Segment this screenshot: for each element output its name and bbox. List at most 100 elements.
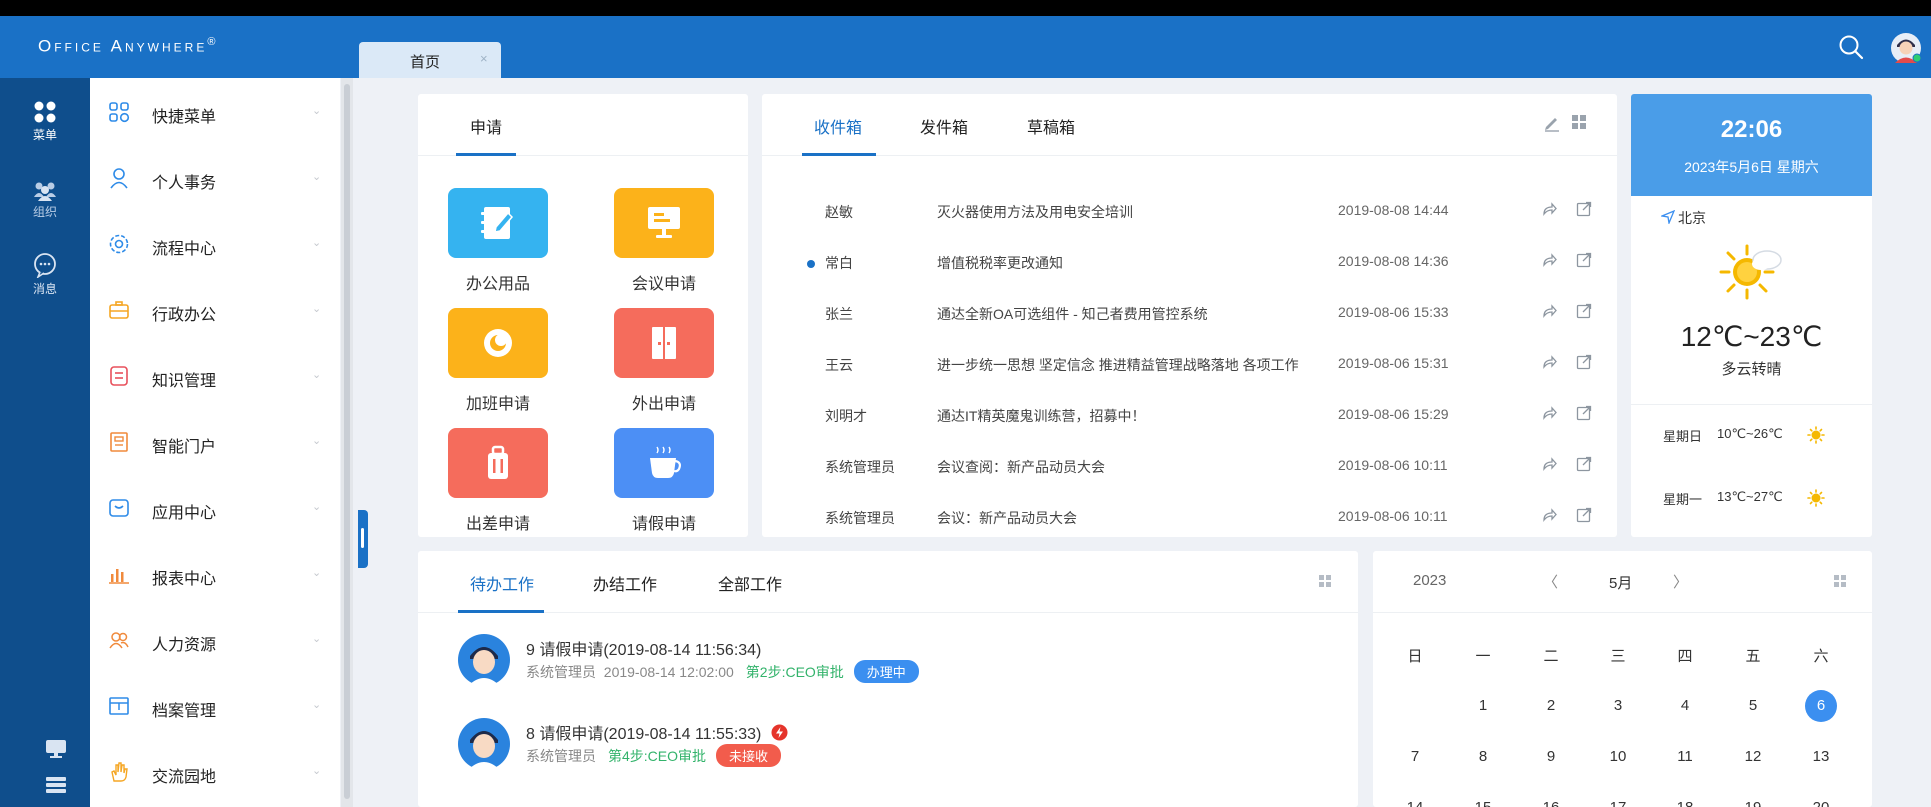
mail-subject[interactable]: 增值税税率更改通知 bbox=[937, 253, 1335, 273]
mail-row[interactable]: 王云 进一步统一思想 坚定信念 推进精益管理战略落地 各项工作 2019-08-06… bbox=[762, 353, 1612, 405]
calendar-prev-button[interactable]: 〈 bbox=[1543, 571, 1558, 592]
mail-row[interactable]: 刘明才 通达IT精英魔鬼训练营，招募中！ 2019-08-06 15:29 bbox=[762, 404, 1612, 456]
open-external-icon[interactable] bbox=[1575, 200, 1593, 218]
apply-card-header: 申请 bbox=[418, 94, 748, 156]
tab-inbox[interactable]: 收件箱 bbox=[814, 114, 862, 138]
calendar-day[interactable]: 16 bbox=[1531, 799, 1571, 807]
open-external-icon[interactable] bbox=[1575, 302, 1593, 320]
sidebar-item-portal[interactable]: 智能门户 ⌄ bbox=[90, 422, 340, 462]
tab-home[interactable]: 首页 × bbox=[359, 42, 501, 78]
todo-user: 系统管理员 bbox=[526, 748, 596, 764]
rail-message[interactable]: 消息 bbox=[0, 252, 90, 297]
tab-all[interactable]: 全部工作 bbox=[718, 571, 782, 595]
sidebar-collapse-handle[interactable] bbox=[358, 510, 368, 568]
calendar-day[interactable]: 5 bbox=[1733, 697, 1773, 714]
forward-icon[interactable] bbox=[1540, 404, 1558, 422]
calendar-day[interactable]: 1 bbox=[1463, 697, 1503, 714]
calendar-day[interactable]: 8 bbox=[1463, 748, 1503, 765]
mail-subject[interactable]: 会议查阅：新产品动员大会 bbox=[937, 457, 1335, 477]
forward-icon[interactable] bbox=[1540, 200, 1558, 218]
sidebar-scrollbar[interactable] bbox=[341, 78, 353, 807]
calendar-day[interactable]: 11 bbox=[1665, 748, 1705, 765]
app-logo[interactable]: Office Anywhere® bbox=[38, 36, 218, 57]
monitor-icon[interactable] bbox=[45, 739, 67, 759]
grid-layout-icon[interactable] bbox=[1571, 114, 1587, 130]
tab-sent[interactable]: 发件箱 bbox=[920, 114, 968, 138]
scrollbar-thumb[interactable] bbox=[344, 84, 350, 799]
app-business-trip-button[interactable] bbox=[448, 428, 548, 498]
open-external-icon[interactable] bbox=[1575, 404, 1593, 422]
sidebar-item-reports[interactable]: 报表中心 ⌄ bbox=[90, 554, 340, 594]
calendar-year[interactable]: 2023 bbox=[1413, 572, 1446, 589]
todo-item[interactable]: 8 请假申请(2019-08-14 11:55:33) 系统管理员 第4步:CEO… bbox=[458, 718, 1338, 778]
app-meeting-button[interactable] bbox=[614, 188, 714, 258]
forward-icon[interactable] bbox=[1540, 251, 1558, 269]
mail-subject[interactable]: 灭火器使用方法及用电安全培训 bbox=[937, 202, 1335, 222]
todo-title[interactable]: 8 请假申请(2019-08-14 11:55:33) bbox=[526, 720, 788, 744]
calendar-day[interactable]: 15 bbox=[1463, 799, 1503, 807]
mail-row[interactable]: 常白 增值税税率更改通知 2019-08-08 14:36 bbox=[762, 251, 1612, 303]
calendar-day[interactable]: 20 bbox=[1801, 799, 1841, 807]
settings-list-icon[interactable] bbox=[45, 776, 67, 794]
rail-organization-label: 组织 bbox=[32, 205, 57, 219]
weather-city[interactable]: 北京 bbox=[1678, 208, 1706, 228]
calendar-day[interactable]: 18 bbox=[1665, 799, 1705, 807]
mail-row[interactable]: 赵敏 灭火器使用方法及用电安全培训 2019-08-08 14:44 bbox=[762, 200, 1612, 252]
forward-icon[interactable] bbox=[1540, 506, 1558, 524]
tab-drafts[interactable]: 草稿箱 bbox=[1027, 114, 1075, 138]
app-going-out-button[interactable] bbox=[614, 308, 714, 378]
calendar-day[interactable]: 13 bbox=[1801, 748, 1841, 765]
mail-subject[interactable]: 通达IT精英魔鬼训练营，招募中！ bbox=[937, 406, 1335, 426]
mail-subject[interactable]: 会议：新产品动员大会 bbox=[937, 508, 1335, 528]
app-office-supplies-button[interactable] bbox=[448, 188, 548, 258]
calendar-day[interactable]: 10 bbox=[1598, 748, 1638, 765]
user-avatar[interactable] bbox=[1890, 32, 1922, 64]
calendar-day[interactable]: 17 bbox=[1598, 799, 1638, 807]
calendar-day[interactable]: 2 bbox=[1531, 697, 1571, 714]
sidebar-item-workflow[interactable]: 流程中心 ⌄ bbox=[90, 224, 340, 264]
open-external-icon[interactable] bbox=[1575, 506, 1593, 524]
search-icon[interactable] bbox=[1838, 34, 1864, 60]
sidebar-item-archive[interactable]: 档案管理 ⌄ bbox=[90, 686, 340, 726]
todo-item[interactable]: 9 请假申请(2019-08-14 11:56:34) 系统管理员 2019-0… bbox=[458, 634, 1338, 694]
sidebar-item-hr[interactable]: 人力资源 ⌄ bbox=[90, 620, 340, 660]
sidebar-item-community[interactable]: 交流园地 ⌄ bbox=[90, 752, 340, 792]
mail-row[interactable]: 张兰 通达全新OA可选组件 - 知己者费用管控系统 2019-08-06 15:33 bbox=[762, 302, 1612, 354]
forward-icon[interactable] bbox=[1540, 302, 1558, 320]
calendar-next-button[interactable]: 〉 bbox=[1673, 571, 1688, 592]
calendar-month[interactable]: 5月 bbox=[1609, 572, 1632, 593]
calendar-day[interactable]: 12 bbox=[1733, 748, 1773, 765]
calendar-day[interactable]: 4 bbox=[1665, 697, 1705, 714]
calendar-day[interactable]: 7 bbox=[1395, 748, 1435, 765]
sidebar-item-administration[interactable]: 行政办公 ⌄ bbox=[90, 290, 340, 330]
sidebar-item-quick-menu[interactable]: 快捷菜单 ⌄ bbox=[90, 92, 340, 132]
forward-icon[interactable] bbox=[1540, 455, 1558, 473]
sidebar-item-knowledge[interactable]: 知识管理 ⌄ bbox=[90, 356, 340, 396]
edit-icon[interactable] bbox=[1543, 114, 1561, 132]
open-external-icon[interactable] bbox=[1575, 353, 1593, 371]
grid-layout-icon[interactable] bbox=[1319, 575, 1331, 587]
tab-close-icon[interactable]: × bbox=[480, 51, 488, 66]
grid-layout-icon[interactable] bbox=[1834, 575, 1846, 587]
sidebar-item-app-center[interactable]: 应用中心 ⌄ bbox=[90, 488, 340, 528]
todo-title[interactable]: 9 请假申请(2019-08-14 11:56:34) bbox=[526, 636, 761, 660]
open-external-icon[interactable] bbox=[1575, 251, 1593, 269]
calendar-day[interactable]: 3 bbox=[1598, 697, 1638, 714]
mail-row[interactable]: 系统管理员 会议查阅：新产品动员大会 2019-08-06 10:11 bbox=[762, 455, 1612, 507]
rail-organization[interactable]: 组织 bbox=[0, 181, 90, 220]
calendar-day[interactable]: 19 bbox=[1733, 799, 1773, 807]
app-overtime-button[interactable] bbox=[448, 308, 548, 378]
tab-todo[interactable]: 待办工作 bbox=[470, 571, 534, 595]
open-external-icon[interactable] bbox=[1575, 455, 1593, 473]
rail-menu[interactable]: 菜单 bbox=[0, 100, 90, 143]
calendar-day[interactable]: 14 bbox=[1395, 799, 1435, 807]
mail-subject[interactable]: 通达全新OA可选组件 - 知己者费用管控系统 bbox=[937, 304, 1335, 324]
calendar-day-today[interactable]: 6 bbox=[1801, 697, 1841, 714]
forward-icon[interactable] bbox=[1540, 353, 1558, 371]
mail-subject[interactable]: 进一步统一思想 坚定信念 推进精益管理战略落地 各项工作 bbox=[937, 355, 1335, 375]
app-leave-button[interactable] bbox=[614, 428, 714, 498]
tab-done[interactable]: 办结工作 bbox=[593, 571, 657, 595]
tab-apply[interactable]: 申请 bbox=[470, 114, 502, 138]
sidebar-item-personal[interactable]: 个人事务 ⌄ bbox=[90, 158, 340, 198]
calendar-day[interactable]: 9 bbox=[1531, 748, 1571, 765]
